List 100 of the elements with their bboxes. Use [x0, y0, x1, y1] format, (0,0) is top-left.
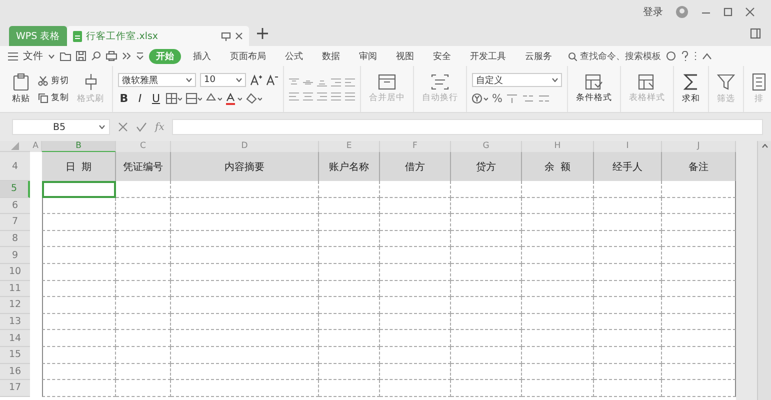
- table-cell[interactable]: [171, 264, 319, 281]
- align-distributed-icon[interactable]: [345, 92, 355, 100]
- number-format-field[interactable]: 自定义: [472, 73, 562, 87]
- ribbon-button[interactable]: 求和: [679, 73, 703, 105]
- table-cell[interactable]: [171, 364, 319, 380]
- eraser-icon[interactable]: [246, 93, 262, 104]
- table-cell[interactable]: [522, 198, 594, 214]
- table-cell[interactable]: [380, 330, 451, 347]
- table-cell[interactable]: [380, 181, 451, 198]
- table-cell[interactable]: [319, 214, 380, 231]
- align-left-icon[interactable]: [289, 92, 299, 100]
- cut-button[interactable]: 剪切: [38, 74, 69, 86]
- column-header[interactable]: H: [522, 141, 594, 152]
- table-cell[interactable]: [451, 330, 522, 347]
- table-cell[interactable]: [594, 280, 662, 298]
- table-cell[interactable]: [594, 380, 662, 397]
- align-middle-icon[interactable]: [303, 78, 313, 86]
- conditional-format-icon[interactable]: [585, 74, 603, 90]
- decrease-indent-icon[interactable]: [331, 78, 341, 86]
- table-cell[interactable]: [594, 181, 662, 198]
- table-cell[interactable]: [42, 280, 116, 298]
- help-icon[interactable]: [681, 51, 689, 61]
- close-icon[interactable]: [745, 7, 755, 17]
- row-header[interactable]: 17: [0, 380, 30, 397]
- align-center-icon[interactable]: [303, 92, 313, 100]
- table-cell[interactable]: [594, 346, 662, 364]
- table-cell[interactable]: [380, 264, 451, 281]
- font-name-field[interactable]: 微软雅黑: [118, 73, 196, 87]
- column-header[interactable]: F: [380, 141, 451, 152]
- ribbon-tab[interactable]: 安全: [426, 48, 458, 64]
- more-icon[interactable]: [122, 52, 131, 60]
- folder-icon[interactable]: [60, 52, 71, 60]
- row-header[interactable]: 5: [0, 181, 30, 198]
- collapse-ribbon-icon[interactable]: [702, 52, 712, 60]
- table-cell[interactable]: [42, 364, 116, 380]
- align-top-icon[interactable]: [289, 78, 299, 86]
- table-cell[interactable]: [42, 264, 116, 281]
- table-cell[interactable]: [171, 280, 319, 298]
- cell-format-icon[interactable]: [186, 93, 202, 104]
- increase-font-icon[interactable]: [250, 74, 262, 86]
- table-cell[interactable]: [522, 314, 594, 330]
- table-cell[interactable]: [171, 330, 319, 347]
- app-tab[interactable]: WPS 表格: [9, 26, 68, 46]
- scroll-up-icon[interactable]: [762, 144, 768, 148]
- table-cell[interactable]: [451, 247, 522, 264]
- table-cell[interactable]: [116, 346, 171, 364]
- table-cell[interactable]: [522, 346, 594, 364]
- align-justify-icon[interactable]: [331, 92, 341, 100]
- column-header[interactable]: J: [662, 141, 736, 152]
- new-tab-icon[interactable]: [257, 28, 268, 39]
- row-header[interactable]: 7: [0, 214, 30, 231]
- table-cell[interactable]: [451, 230, 522, 248]
- maximize-icon[interactable]: [723, 7, 733, 17]
- table-cell[interactable]: [319, 380, 380, 397]
- table-cell[interactable]: [116, 330, 171, 347]
- row-header[interactable]: 10: [0, 264, 30, 281]
- table-cell[interactable]: [319, 346, 380, 364]
- align-bottom-icon[interactable]: [317, 78, 327, 86]
- table-cell[interactable]: [171, 181, 319, 198]
- table-cell[interactable]: [380, 346, 451, 364]
- select-all-icon[interactable]: [11, 142, 19, 150]
- table-cell[interactable]: [522, 230, 594, 248]
- customize-icon[interactable]: [136, 52, 144, 60]
- document-tab[interactable]: 行客工作室.xlsx: [67, 26, 250, 46]
- table-cell[interactable]: [116, 181, 171, 198]
- table-cell[interactable]: [451, 380, 522, 397]
- underline-button[interactable]: U: [150, 92, 162, 105]
- table-cell[interactable]: [594, 247, 662, 264]
- table-cell[interactable]: [116, 380, 171, 397]
- column-header[interactable]: G: [451, 141, 522, 152]
- caret-icon[interactable]: [48, 54, 55, 58]
- table-cell[interactable]: [171, 314, 319, 330]
- table-cell[interactable]: [42, 214, 116, 231]
- table-cell[interactable]: [451, 198, 522, 214]
- font-size-field[interactable]: 10: [200, 73, 246, 87]
- print-icon[interactable]: [106, 51, 117, 61]
- table-cell[interactable]: [451, 297, 522, 314]
- column-header[interactable]: B: [42, 141, 116, 152]
- table-cell[interactable]: [116, 280, 171, 298]
- table-cell[interactable]: [42, 230, 116, 248]
- print-preview-icon[interactable]: [91, 51, 101, 61]
- table-cell[interactable]: [522, 297, 594, 314]
- table-cell[interactable]: [594, 264, 662, 281]
- table-cell[interactable]: [522, 380, 594, 397]
- table-cell[interactable]: [171, 380, 319, 397]
- table-cell[interactable]: [319, 264, 380, 281]
- table-cell[interactable]: [380, 230, 451, 248]
- ribbon-tab[interactable]: 开发工具: [463, 48, 513, 64]
- italic-button[interactable]: I: [134, 92, 146, 105]
- table-cell[interactable]: [319, 314, 380, 330]
- cancel-icon[interactable]: [118, 122, 128, 132]
- table-cell[interactable]: [451, 181, 522, 198]
- row-header[interactable]: 12: [0, 297, 30, 314]
- table-cell[interactable]: [319, 330, 380, 347]
- decrease-font-icon[interactable]: [266, 74, 278, 86]
- table-cell[interactable]: [451, 264, 522, 281]
- login-link[interactable]: 登录: [643, 5, 663, 19]
- table-cell[interactable]: [380, 247, 451, 264]
- column-header[interactable]: E: [319, 141, 380, 152]
- sidebar-icon[interactable]: [750, 28, 761, 39]
